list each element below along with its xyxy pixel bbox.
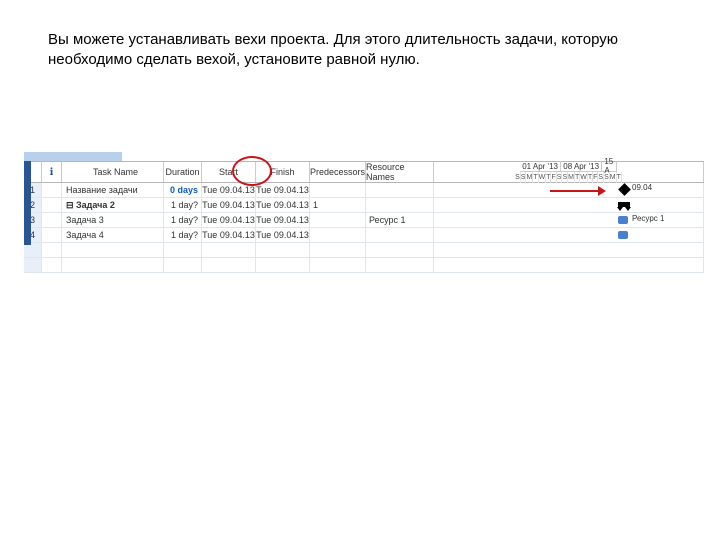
gantt-cell[interactable] [434, 198, 704, 212]
cell-task-name[interactable]: Задача 3 [62, 213, 164, 227]
cell-finish[interactable]: Tue 09.04.13 [256, 183, 310, 197]
task-bar [618, 231, 628, 239]
cell-task-name[interactable]: Задача 4 [62, 228, 164, 242]
cell-duration[interactable]: 0 days [164, 183, 202, 197]
cell-start[interactable]: Tue 09.04.13 [202, 228, 256, 242]
cell-start[interactable]: Tue 09.04.13 [202, 183, 256, 197]
cell-duration[interactable]: 1 day? [164, 198, 202, 212]
table-row[interactable]: 2⊟ Задача 21 day?Tue 09.04.13Tue 09.04.1… [24, 198, 704, 213]
cell-info[interactable] [42, 198, 62, 212]
task-bar [618, 216, 628, 224]
table-row[interactable]: 4 Задача 41 day?Tue 09.04.13Tue 09.04.13 [24, 228, 704, 243]
col-header-duration[interactable]: Duration [164, 162, 202, 182]
cell-finish[interactable]: Tue 09.04.13 [256, 228, 310, 242]
timeline-day: T [617, 172, 622, 183]
cell-predecessors[interactable]: 1 [310, 198, 366, 212]
timeline-week: 08 Apr '13 [561, 161, 602, 172]
gantt-cell[interactable]: Ресурс 1 [434, 213, 704, 227]
cell-duration[interactable]: 1 day? [164, 213, 202, 227]
col-header-name[interactable]: Task Name [62, 162, 164, 182]
timeline-day: W [539, 172, 547, 183]
cell-duration[interactable]: 1 day? [164, 228, 202, 242]
cell-info[interactable] [42, 213, 62, 227]
cell-task-name[interactable]: Название задачи [62, 183, 164, 197]
gantt-app: ℹ Task Name Duration Start Finish Predec… [24, 152, 704, 273]
table-row[interactable]: 3 Задача 31 day?Tue 09.04.13Tue 09.04.13… [24, 213, 704, 228]
cell-resources[interactable] [366, 198, 434, 212]
milestone-icon [618, 183, 631, 196]
col-header-resources[interactable]: Resource Names [366, 162, 434, 182]
top-strip [24, 152, 704, 161]
cell-info[interactable] [42, 228, 62, 242]
col-header-finish[interactable]: Finish [256, 162, 310, 182]
cell-predecessors[interactable] [310, 213, 366, 227]
highlight-arrow [550, 190, 600, 192]
gantt-cell[interactable] [434, 228, 704, 242]
cell-info[interactable] [42, 183, 62, 197]
col-header-info[interactable]: ℹ [42, 162, 62, 182]
info-icon: ℹ [50, 167, 54, 178]
cell-finish[interactable]: Tue 09.04.13 [256, 213, 310, 227]
timeline-week: 01 Apr '13 [520, 161, 561, 172]
cell-predecessors[interactable] [310, 183, 366, 197]
cell-start[interactable]: Tue 09.04.13 [202, 213, 256, 227]
col-header-predecessors[interactable]: Predecessors [310, 162, 366, 182]
cell-resources[interactable]: Ресурс 1 [366, 213, 434, 227]
bar-resource-label: Ресурс 1 [632, 214, 664, 223]
milestone-label: 09.04 [632, 183, 652, 192]
timeline-day: M [610, 172, 617, 183]
cell-predecessors[interactable] [310, 228, 366, 242]
timeline-header: 01 Apr '1308 Apr '1315 A SSMTWTFSSMTWTFS… [434, 162, 704, 182]
cell-start[interactable]: Tue 09.04.13 [202, 198, 256, 212]
cell-resources[interactable] [366, 183, 434, 197]
selection-bar [24, 161, 31, 245]
empty-rows [24, 243, 704, 273]
timeline-day: W [580, 172, 588, 183]
summary-bar [618, 202, 630, 207]
timeline-week: 15 A [602, 161, 616, 172]
cell-task-name[interactable]: ⊟ Задача 2 [62, 198, 164, 212]
instruction-text: Вы можете устанавливать вехи проекта. Дл… [48, 30, 648, 71]
cell-finish[interactable]: Tue 09.04.13 [256, 198, 310, 212]
timeline-day: M [526, 172, 533, 183]
col-header-start[interactable]: Start [202, 162, 256, 182]
timeline-day: M [568, 172, 575, 183]
column-headers: ℹ Task Name Duration Start Finish Predec… [24, 161, 704, 183]
cell-resources[interactable] [366, 228, 434, 242]
